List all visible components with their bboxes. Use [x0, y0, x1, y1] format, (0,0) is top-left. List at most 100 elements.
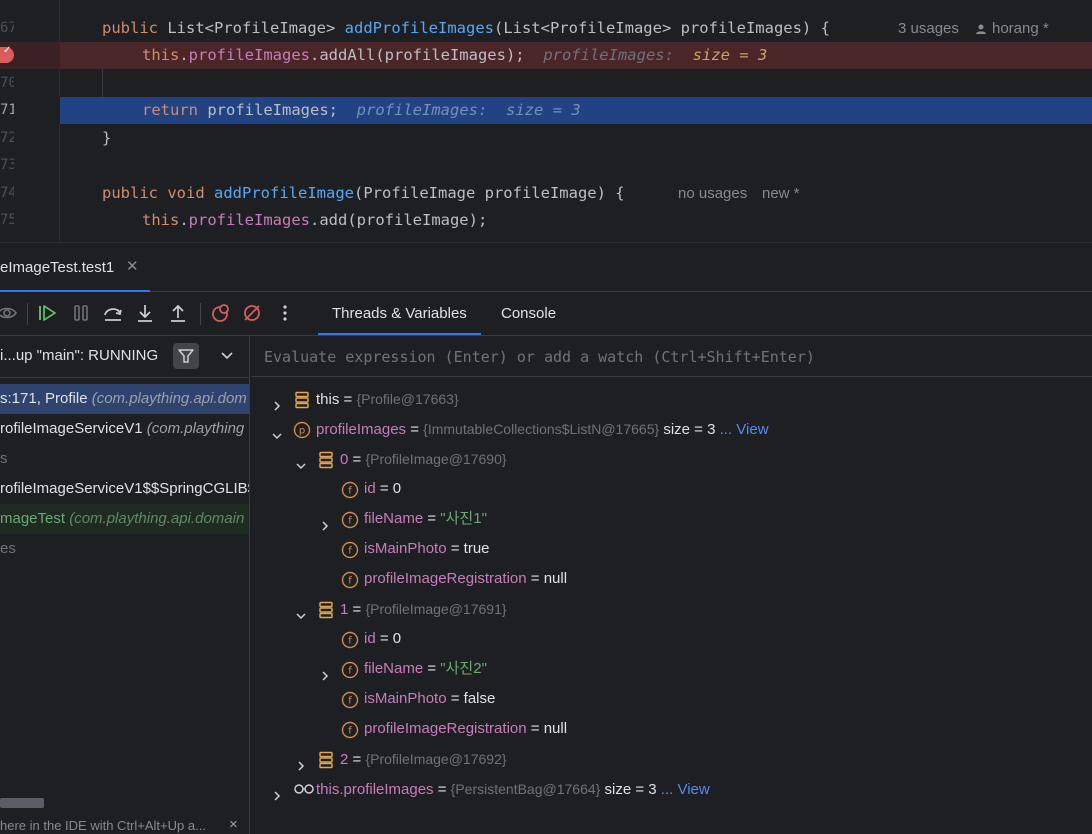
code-line[interactable]: 74 public void addProfileImage(ProfileIm… — [0, 180, 1092, 207]
thread-selector[interactable]: i...up "main": RUNNING — [0, 336, 249, 378]
frames-panel: i...up "main": RUNNING s:171, Profile (c… — [0, 336, 250, 834]
evaluate-expression-input[interactable] — [264, 346, 1064, 368]
hint-text: here in the IDE with Ctrl+Alt+Up a... — [0, 818, 206, 833]
chevron-right-icon[interactable] — [319, 513, 331, 531]
stack-frame[interactable]: s — [0, 444, 249, 474]
author-hint[interactable]: new * — [762, 180, 800, 207]
close-icon[interactable]: × — [229, 816, 238, 833]
close-icon[interactable]: ✕ — [126, 257, 139, 275]
variable-row[interactable]: f id = 0 — [251, 624, 1092, 654]
variable-name: profileImageRegistration — [364, 720, 527, 737]
stack-frame[interactable]: rofileImageServiceV1 (com.plaything — [0, 414, 249, 444]
stack-frame[interactable]: mageTest (com.plaything.api.domain — [0, 504, 249, 534]
eye-icon[interactable] — [0, 302, 18, 324]
svg-text:p: p — [299, 426, 305, 437]
object-icon — [317, 450, 335, 469]
variable-value: 0 — [392, 480, 402, 497]
thread-label: i...up "main": RUNNING — [0, 347, 159, 364]
line-number: 70 — [0, 75, 14, 91]
chevron-right-icon[interactable] — [271, 783, 283, 801]
variable-name: isMainPhoto — [364, 690, 447, 707]
variable-name: this.profileImages — [316, 781, 434, 798]
variable-row[interactable]: this = {Profile@17663} — [251, 384, 1092, 414]
step-out-icon[interactable] — [167, 302, 189, 324]
inline-value: size = 3 — [506, 101, 581, 119]
code-line[interactable]: 72 } — [0, 125, 1092, 152]
chevron-right-icon[interactable] — [271, 393, 283, 411]
code-statement: this.profileImages.addAll(profileImages)… — [142, 46, 768, 64]
variable-type: {ProfileImage@17690} — [365, 451, 507, 467]
protected-field-icon: p — [293, 420, 311, 439]
tab-console[interactable]: Console — [487, 292, 570, 335]
chevron-down-icon[interactable] — [295, 603, 307, 620]
stack-frame[interactable]: rofileImageServiceV1$$SpringCGLIB$ — [0, 474, 249, 504]
line-number: 75 — [0, 212, 14, 228]
debug-toolbar: Threads & Variables Console — [0, 292, 1092, 336]
stack-frame[interactable]: s:171, Profile (com.plaything.api.dom — [0, 384, 249, 414]
filter-button[interactable] — [173, 343, 199, 369]
author-hint[interactable]: horang * — [992, 15, 1049, 42]
field-icon: f — [341, 690, 359, 709]
variable-name: profileImages — [316, 421, 407, 438]
stack-frame[interactable]: es — [0, 534, 249, 564]
variable-name: profileImageRegistration — [364, 570, 527, 587]
view-link[interactable]: ... View — [720, 421, 769, 438]
variable-row[interactable]: this.profileImages = {PersistentBag@1766… — [251, 774, 1092, 804]
evaluate-bar — [251, 336, 1092, 377]
code-line[interactable]: 70 — [0, 70, 1092, 97]
variable-row[interactable]: f isMainPhoto = true — [251, 534, 1092, 564]
step-over-icon[interactable] — [102, 302, 124, 324]
code-editor[interactable]: 67 public List<ProfileImage> addProfileI… — [0, 0, 1092, 242]
usages-hint[interactable]: 3 usages — [898, 15, 959, 42]
code-line[interactable]: 67 public List<ProfileImage> addProfileI… — [0, 15, 1092, 42]
variable-row[interactable]: f id = 0 — [251, 474, 1092, 504]
mute-breakpoints-icon[interactable] — [241, 302, 263, 324]
field-icon: f — [341, 570, 359, 589]
svg-text:f: f — [348, 726, 352, 737]
object-icon — [317, 750, 335, 769]
variable-row[interactable]: p profileImages = {ImmutableCollections$L… — [251, 414, 1092, 444]
variable-row[interactable]: f isMainPhoto = false — [251, 684, 1092, 714]
chevron-down-icon[interactable] — [271, 423, 283, 440]
pause-icon[interactable] — [70, 302, 92, 324]
variable-row[interactable]: 2 = {ProfileImage@17692} — [251, 744, 1092, 774]
variable-value: 0 — [392, 630, 402, 647]
variable-type: {PersistentBag@17664} — [450, 781, 601, 797]
inline-value-name: profileImages: — [543, 46, 674, 64]
svg-text:f: f — [348, 666, 352, 677]
variable-row[interactable]: f profileImageRegistration = null — [251, 714, 1092, 744]
field-icon: f — [341, 510, 359, 529]
variable-value: true — [463, 540, 490, 557]
chevron-down-icon[interactable] — [295, 453, 307, 470]
horizontal-scrollbar[interactable] — [0, 798, 44, 808]
line-number: 74 — [0, 185, 14, 201]
more-options-icon[interactable] — [274, 302, 296, 324]
chevron-right-icon[interactable] — [295, 753, 307, 771]
chevron-right-icon[interactable] — [319, 663, 331, 681]
chevron-down-icon[interactable] — [220, 348, 234, 362]
variable-row[interactable]: f fileName = "사진2" — [251, 654, 1092, 684]
variable-row[interactable]: 0 = {ProfileImage@17690} — [251, 444, 1092, 474]
variable-value: false — [463, 690, 496, 707]
collection-size: size = 3 — [663, 421, 716, 438]
tab-threads-variables[interactable]: Threads & Variables — [318, 292, 481, 335]
variable-name: id — [364, 630, 376, 647]
variable-type: {ProfileImage@17692} — [365, 751, 507, 767]
field-icon: f — [341, 540, 359, 559]
variable-name: fileName — [364, 510, 424, 527]
resume-program-icon[interactable] — [36, 302, 58, 324]
variable-row[interactable]: 1 = {ProfileImage@17691} — [251, 594, 1092, 624]
variable-row[interactable]: f fileName = "사진1" — [251, 504, 1092, 534]
code-line-breakpoint[interactable]: ✓ this.profileImages.addAll(profileImage… — [0, 42, 1092, 69]
view-link[interactable]: ... View — [661, 781, 710, 798]
code-line[interactable]: 73 — [0, 152, 1092, 179]
code-statement: return profileImages; profileImages: siz… — [142, 101, 581, 119]
run-config-tab[interactable]: eImageTest.test1 ✕ — [0, 243, 150, 293]
code-line[interactable]: 75 this.profileImages.add(profileImage); — [0, 207, 1092, 234]
view-breakpoints-icon[interactable] — [209, 302, 231, 324]
line-number: 71 — [0, 102, 14, 118]
variable-row[interactable]: f profileImageRegistration = null — [251, 564, 1092, 594]
step-into-icon[interactable] — [134, 302, 156, 324]
usages-hint[interactable]: no usages — [678, 180, 747, 207]
code-line-current[interactable]: 71 return profileImages; profileImages: … — [0, 97, 1092, 124]
